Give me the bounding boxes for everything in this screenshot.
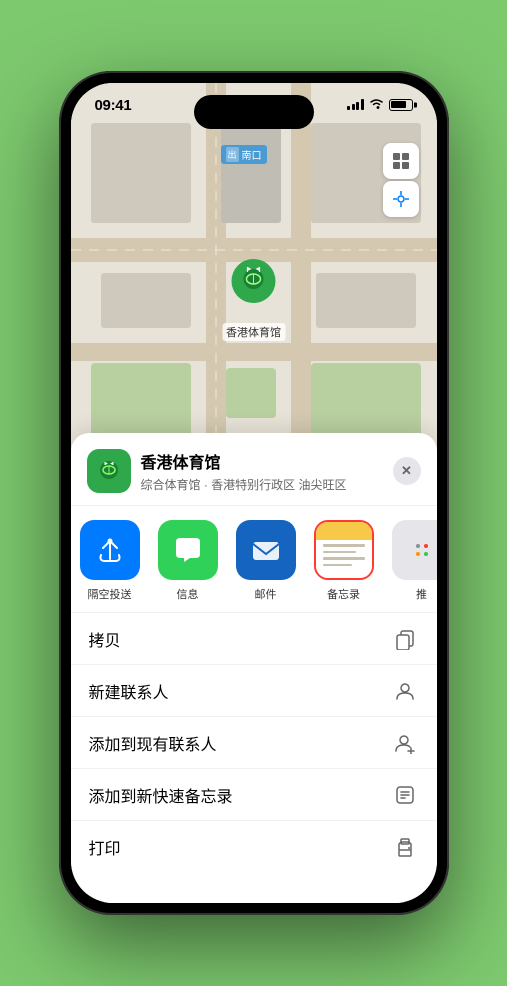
share-app-notes[interactable]: 备忘录 bbox=[305, 520, 383, 602]
wifi-icon bbox=[369, 97, 384, 112]
map-controls bbox=[383, 143, 419, 217]
print-icon bbox=[391, 833, 419, 861]
messages-icon bbox=[158, 520, 218, 580]
place-icon bbox=[87, 449, 131, 493]
share-app-mail[interactable]: 邮件 bbox=[227, 520, 305, 602]
bottom-sheet: 香港体育馆 综合体育馆 · 香港特别行政区 油尖旺区 ✕ bbox=[71, 433, 437, 903]
more-label: 推 bbox=[416, 586, 427, 602]
new-contact-label: 新建联系人 bbox=[89, 679, 169, 703]
mail-icon bbox=[236, 520, 296, 580]
status-time: 09:41 bbox=[95, 97, 132, 114]
action-copy[interactable]: 拷贝 bbox=[71, 613, 437, 665]
place-info: 香港体育馆 综合体育馆 · 香港特别行政区 油尖旺区 bbox=[141, 449, 393, 493]
share-app-more[interactable]: 推 bbox=[383, 520, 437, 602]
mail-label: 邮件 bbox=[255, 586, 277, 602]
share-app-messages[interactable]: 信息 bbox=[149, 520, 227, 602]
map-entrance-label: 出 南口 bbox=[221, 145, 267, 164]
add-contact-label: 添加到现有联系人 bbox=[89, 731, 217, 755]
messages-label: 信息 bbox=[177, 586, 199, 602]
airdrop-label: 隔空投送 bbox=[88, 586, 132, 602]
action-quick-note[interactable]: 添加到新快速备忘录 bbox=[71, 769, 437, 821]
status-icons bbox=[347, 97, 413, 112]
print-label: 打印 bbox=[89, 835, 121, 859]
quick-note-label: 添加到新快速备忘录 bbox=[89, 783, 233, 807]
share-apps-row: 隔空投送 信息 bbox=[71, 506, 437, 613]
action-new-contact[interactable]: 新建联系人 bbox=[71, 665, 437, 717]
phone-frame: 09:41 bbox=[59, 71, 449, 915]
person-icon bbox=[391, 677, 419, 705]
location-button[interactable] bbox=[383, 181, 419, 217]
signal-icon bbox=[347, 99, 364, 110]
note-icon bbox=[391, 781, 419, 809]
dynamic-island bbox=[194, 95, 314, 129]
notes-label: 备忘录 bbox=[327, 586, 360, 602]
phone-screen: 09:41 bbox=[71, 83, 437, 903]
close-button[interactable]: ✕ bbox=[393, 457, 421, 485]
copy-icon bbox=[391, 625, 419, 653]
battery-icon bbox=[389, 99, 413, 111]
place-description: 综合体育馆 · 香港特别行政区 油尖旺区 bbox=[141, 476, 393, 493]
person-add-icon bbox=[391, 729, 419, 757]
airdrop-icon bbox=[80, 520, 140, 580]
notes-icon bbox=[314, 520, 374, 580]
copy-label: 拷贝 bbox=[89, 627, 121, 651]
more-icon bbox=[392, 520, 437, 580]
map-pin: 香港体育馆 bbox=[222, 253, 285, 341]
pin-label: 香港体育馆 bbox=[222, 323, 285, 341]
action-add-contact[interactable]: 添加到现有联系人 bbox=[71, 717, 437, 769]
place-name: 香港体育馆 bbox=[141, 449, 393, 473]
share-app-airdrop[interactable]: 隔空投送 bbox=[71, 520, 149, 602]
place-header: 香港体育馆 综合体育馆 · 香港特别行政区 油尖旺区 ✕ bbox=[71, 433, 437, 506]
map-view-button[interactable] bbox=[383, 143, 419, 179]
action-print[interactable]: 打印 bbox=[71, 821, 437, 873]
